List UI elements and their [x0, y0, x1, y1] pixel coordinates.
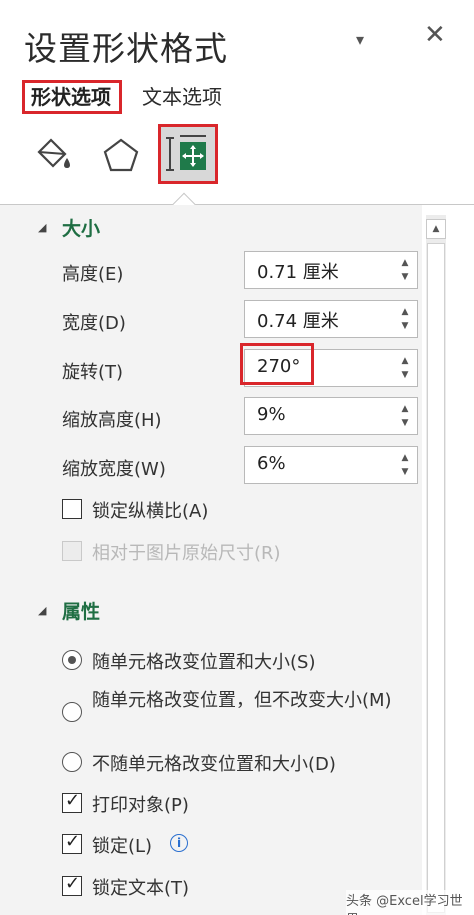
info-icon[interactable]: i [170, 834, 188, 852]
relative-original-checkbox [62, 541, 82, 561]
scroll-thumb[interactable] [427, 243, 445, 913]
collapse-triangle-icon[interactable]: ◢ [38, 221, 46, 234]
print-object-checkbox[interactable]: ✓ [62, 790, 82, 813]
height-label: 高度(E) [62, 264, 124, 285]
print-object-label: 打印对象(P) [92, 795, 189, 816]
width-input[interactable]: 0.74 厘米 ▲ ▼ [244, 300, 418, 338]
width-label: 宽度(D) [62, 313, 126, 334]
size-properties-icon[interactable] [158, 124, 218, 184]
check-mark-icon: ✓ [65, 873, 81, 894]
radio-move-only-label: 随单元格改变位置，但不改变大小(M) [92, 690, 392, 711]
size-section-header[interactable]: 大小 [62, 214, 100, 241]
radio-none-label: 不随单元格改变位置和大小(D) [92, 754, 336, 775]
tab-text-options[interactable]: 文本选项 [142, 80, 222, 114]
spin-up-icon[interactable]: ▲ [397, 404, 413, 414]
radio-move-only[interactable] [62, 702, 82, 722]
close-icon[interactable]: ✕ [424, 20, 446, 50]
radio-move-size[interactable] [62, 650, 82, 670]
scale-height-label: 缩放高度(H) [62, 410, 162, 431]
relative-original-label: 相对于图片原始尺寸(R) [92, 543, 281, 564]
radio-selected-dot [68, 656, 76, 664]
check-mark-icon: ✓ [65, 790, 81, 811]
spin-up-icon[interactable]: ▲ [397, 453, 413, 463]
properties-section-header[interactable]: 属性 [62, 597, 100, 624]
spin-up-icon[interactable]: ▲ [397, 356, 413, 366]
spin-down-icon[interactable]: ▼ [397, 467, 413, 477]
spin-down-icon[interactable]: ▼ [397, 418, 413, 428]
category-icon-bar [0, 122, 474, 204]
scroll-up-icon[interactable]: ▲ [426, 219, 446, 239]
spin-down-icon[interactable]: ▼ [397, 321, 413, 331]
check-mark-icon: ✓ [65, 831, 81, 852]
tab-shape-options[interactable]: 形状选项 [22, 80, 122, 114]
scale-width-input[interactable]: 6% ▲ ▼ [244, 446, 418, 484]
scale-height-input[interactable]: 9% ▲ ▼ [244, 397, 418, 435]
spin-up-icon[interactable]: ▲ [397, 307, 413, 317]
radio-none[interactable] [62, 752, 82, 772]
height-input[interactable]: 0.71 厘米 ▲ ▼ [244, 251, 418, 289]
scale-height-value: 9% [257, 404, 286, 425]
watermark: 头条 @Excel学习世界 [346, 890, 474, 915]
rotation-label: 旋转(T) [62, 362, 124, 383]
scale-width-value: 6% [257, 453, 286, 474]
panel-title: 设置形状格式 [24, 29, 228, 68]
lock-text-label: 锁定文本(T) [92, 878, 190, 899]
chevron-down-icon[interactable]: ▾ [356, 30, 364, 49]
effects-pentagon-icon[interactable] [96, 130, 146, 182]
rotation-highlight [240, 343, 314, 385]
radio-move-size-label: 随单元格改变位置和大小(S) [92, 652, 316, 673]
locked-label: 锁定(L) [92, 836, 153, 857]
fill-line-icon[interactable] [28, 130, 78, 182]
height-value: 0.71 厘米 [257, 262, 339, 283]
spin-up-icon[interactable]: ▲ [397, 258, 413, 268]
scrollbar[interactable]: ▲ [426, 215, 446, 915]
scale-width-label: 缩放宽度(W) [62, 459, 166, 480]
locked-checkbox[interactable]: ✓ [62, 831, 82, 854]
lock-text-checkbox[interactable]: ✓ [62, 873, 82, 896]
lock-aspect-label: 锁定纵横比(A) [92, 501, 209, 522]
collapse-triangle-icon[interactable]: ◢ [38, 604, 46, 617]
spin-down-icon[interactable]: ▼ [397, 370, 413, 380]
lock-aspect-checkbox[interactable] [62, 499, 82, 519]
spin-down-icon[interactable]: ▼ [397, 272, 413, 282]
width-value: 0.74 厘米 [257, 311, 339, 332]
